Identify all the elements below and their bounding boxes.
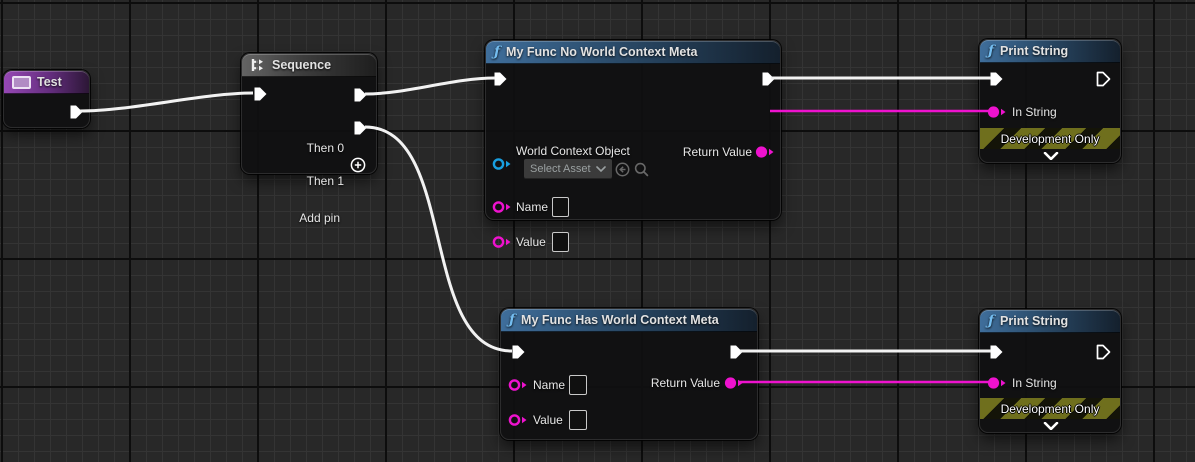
select-asset-dropdown[interactable]: Select Asset [524, 159, 612, 179]
return-value-label: Return Value [683, 145, 752, 159]
name-label: Name [516, 200, 548, 214]
node-func-has-world-header[interactable]: ƒ My Func Has World Context Meta [501, 309, 757, 332]
development-only-text: Development Only [1001, 402, 1100, 416]
value-input-pin[interactable] [492, 235, 512, 249]
world-context-label: World Context Object [516, 144, 630, 158]
value-input-pin[interactable] [508, 413, 528, 427]
node-title: Sequence [272, 58, 331, 72]
value-label: Value [533, 413, 563, 427]
function-icon: ƒ [509, 313, 515, 327]
exec-output-pin[interactable] [1095, 344, 1111, 360]
node-test[interactable]: Test [3, 70, 90, 128]
node-func-no-world-header[interactable]: ƒ My Func No World Context Meta [486, 41, 780, 64]
node-print-string-top[interactable]: ƒ Print String In String Development Onl… [979, 39, 1121, 163]
name-input-pin[interactable] [508, 378, 528, 392]
node-func-no-world-context[interactable]: ƒ My Func No World Context Meta World Co… [485, 40, 781, 220]
value-value-field[interactable] [552, 232, 569, 252]
node-title: Print String [1000, 314, 1068, 328]
sequence-icon [250, 57, 266, 73]
world-context-object-pin[interactable] [492, 157, 512, 171]
function-icon: ƒ [988, 44, 994, 58]
select-asset-value: Select Asset [530, 163, 591, 175]
development-only-banner: Development Only [980, 128, 1120, 149]
name-input-pin[interactable] [492, 200, 512, 214]
node-title: My Func No World Context Meta [506, 45, 697, 59]
exec-output-pin[interactable] [1095, 71, 1111, 87]
node-sequence[interactable]: Sequence Then 0 Then 1 Add pin [241, 53, 377, 174]
in-string-label: In String [1012, 105, 1057, 119]
name-value-field[interactable] [552, 197, 569, 217]
development-only-text: Development Only [1001, 132, 1100, 146]
node-title: Print String [1000, 44, 1068, 58]
return-value-pin[interactable] [755, 145, 775, 159]
node-print-top-header[interactable]: ƒ Print String [980, 40, 1120, 63]
node-sequence-header[interactable]: Sequence [242, 54, 376, 77]
node-title: Test [37, 75, 62, 89]
name-label: Name [533, 378, 565, 392]
node-print-string-bottom[interactable]: ƒ Print String In String Development Onl… [979, 309, 1121, 433]
return-value-label: Return Value [651, 376, 720, 390]
exec-input-pin[interactable] [510, 344, 526, 360]
value-label: Value [516, 235, 546, 249]
function-icon: ƒ [988, 314, 994, 328]
name-value-field[interactable] [569, 375, 587, 395]
value-value-field[interactable] [569, 410, 587, 430]
node-test-header[interactable]: Test [4, 71, 89, 94]
node-title: My Func Has World Context Meta [521, 313, 719, 327]
add-pin-label[interactable]: Add pin [299, 211, 340, 225]
browse-asset-icon[interactable] [634, 162, 649, 177]
blueprint-graph-canvas[interactable]: Test Sequence Then 0 Then 1 Add pin ƒ My… [0, 0, 1195, 462]
node-func-has-world-context[interactable]: ƒ My Func Has World Context Meta Name Re… [500, 308, 758, 440]
add-pin-button[interactable] [350, 157, 366, 173]
wire-exec-test-to-sequence[interactable] [80, 93, 253, 111]
chevron-down-icon [596, 166, 606, 172]
development-only-banner: Development Only [980, 398, 1120, 419]
expand-advanced-chevron[interactable] [1043, 422, 1059, 430]
in-string-label: In String [1012, 376, 1057, 390]
use-selected-asset-icon[interactable] [615, 162, 630, 177]
then1-label: Then 1 [307, 174, 344, 188]
node-print-bottom-header[interactable]: ƒ Print String [980, 310, 1120, 333]
expand-advanced-chevron[interactable] [1043, 152, 1059, 160]
function-icon: ƒ [494, 45, 500, 59]
widget-icon [12, 76, 31, 89]
exec-input-pin[interactable] [252, 86, 268, 102]
then0-label: Then 0 [307, 141, 344, 155]
wire-exec-then0-to-func-no-world[interactable] [365, 78, 495, 94]
